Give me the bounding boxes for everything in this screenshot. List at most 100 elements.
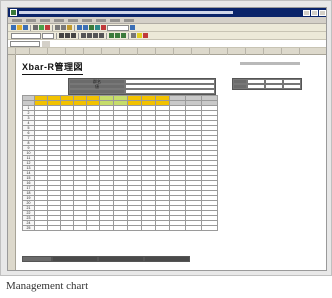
- bold-icon[interactable]: [59, 33, 64, 38]
- column-header[interactable]: [102, 48, 120, 55]
- worksheet[interactable]: Xbar-R管理図 群名 値 1 2 3 4 5 6 7 8 9 10 11 12 13: [8, 48, 326, 270]
- menu-item[interactable]: [110, 18, 120, 22]
- table-cell[interactable]: [155, 225, 170, 231]
- table-cell[interactable]: [169, 225, 186, 231]
- column-header[interactable]: [246, 48, 264, 55]
- underline-icon[interactable]: [71, 33, 76, 38]
- help-icon[interactable]: [130, 25, 135, 30]
- redo-icon[interactable]: [83, 25, 88, 30]
- footer-cell: [98, 256, 144, 262]
- screenshot-frame: Xbar-R管理図 群名 値 1 2 3 4 5 6 7 8 9 10 11 12 13: [0, 0, 332, 276]
- column-header[interactable]: [282, 48, 300, 55]
- figure-caption: Management chart: [6, 280, 89, 292]
- undo-icon[interactable]: [77, 25, 82, 30]
- toolbar-separator: [78, 32, 79, 39]
- cut-icon[interactable]: [55, 25, 60, 30]
- close-icon[interactable]: [319, 9, 326, 16]
- menu-bar: [8, 17, 326, 24]
- merge-center-icon[interactable]: [99, 33, 104, 38]
- column-header[interactable]: [264, 48, 282, 55]
- column-header[interactable]: [84, 48, 102, 55]
- maximize-icon[interactable]: [311, 9, 318, 16]
- column-header[interactable]: [120, 48, 138, 55]
- italic-icon[interactable]: [65, 33, 70, 38]
- table-cell[interactable]: [201, 225, 218, 231]
- print-icon[interactable]: [33, 25, 38, 30]
- column-header[interactable]: [228, 48, 246, 55]
- table-cell[interactable]: [86, 225, 100, 231]
- column-header[interactable]: [138, 48, 156, 55]
- column-header[interactable]: [48, 48, 66, 55]
- formula-bar: [8, 40, 326, 48]
- function-icon[interactable]: [42, 40, 50, 47]
- spellcheck-icon[interactable]: [45, 25, 50, 30]
- stat-value: [283, 84, 301, 89]
- zoom-select[interactable]: [107, 24, 129, 31]
- open-folder-icon[interactable]: [17, 25, 22, 30]
- font-color-icon[interactable]: [143, 33, 148, 38]
- footer-cell: [144, 256, 190, 262]
- align-center-icon[interactable]: [87, 33, 92, 38]
- new-file-icon[interactable]: [11, 25, 16, 30]
- column-headers: [8, 48, 326, 55]
- table-cell[interactable]: [99, 225, 114, 231]
- minimize-icon[interactable]: [303, 9, 310, 16]
- stat-label: [233, 84, 247, 89]
- table-cell[interactable]: [141, 225, 156, 231]
- table-cell[interactable]: [34, 225, 48, 231]
- percent-icon[interactable]: [115, 33, 120, 38]
- toolbar-separator: [106, 32, 107, 39]
- font-name-select[interactable]: [11, 32, 41, 39]
- name-box[interactable]: [10, 40, 40, 47]
- column-header[interactable]: [156, 48, 174, 55]
- menu-item[interactable]: [26, 18, 36, 22]
- excel-window: Xbar-R管理図 群名 値 1 2 3 4 5 6 7 8 9 10 11 12 13: [7, 7, 327, 271]
- column-header[interactable]: [66, 48, 84, 55]
- borders-icon[interactable]: [131, 33, 136, 38]
- menu-item[interactable]: [124, 18, 134, 22]
- menu-item[interactable]: [54, 18, 64, 22]
- menu-item[interactable]: [82, 18, 92, 22]
- font-size-select[interactable]: [42, 32, 54, 39]
- table-cell[interactable]: [47, 225, 61, 231]
- table-cell[interactable]: [113, 225, 128, 231]
- table-cell[interactable]: [60, 225, 74, 231]
- align-left-icon[interactable]: [81, 33, 86, 38]
- column-header[interactable]: [192, 48, 210, 55]
- info-grid: 群名 値: [68, 78, 216, 95]
- column-header[interactable]: [16, 48, 30, 55]
- fill-color-icon[interactable]: [137, 33, 142, 38]
- stat-value: [265, 84, 283, 89]
- table-cell[interactable]: [185, 225, 202, 231]
- copy-icon[interactable]: [61, 25, 66, 30]
- toolbar-separator: [52, 24, 53, 31]
- info-value[interactable]: [125, 89, 215, 94]
- menu-item[interactable]: [68, 18, 78, 22]
- window-title: [19, 11, 233, 14]
- save-icon[interactable]: [23, 25, 28, 30]
- date-label: [240, 62, 300, 65]
- autosum-icon[interactable]: [89, 25, 94, 30]
- menu-item[interactable]: [12, 18, 22, 22]
- formatting-toolbar: [8, 32, 326, 40]
- sort-icon[interactable]: [95, 25, 100, 30]
- footer-label: [22, 256, 52, 262]
- currency-icon[interactable]: [109, 33, 114, 38]
- preview-icon[interactable]: [39, 25, 44, 30]
- paste-icon[interactable]: [67, 25, 72, 30]
- toolbar-separator: [56, 32, 57, 39]
- measurement-table: 1 2 3 4 5 6 7 8 9 10 11 12 13 14 15 16 17 18 19 20 21 22 23 24 2…: [22, 95, 218, 231]
- chart-wizard-icon[interactable]: [101, 25, 106, 30]
- align-right-icon[interactable]: [93, 33, 98, 38]
- comma-icon[interactable]: [121, 33, 126, 38]
- window-titlebar[interactable]: [8, 8, 326, 17]
- menu-item[interactable]: [96, 18, 106, 22]
- column-header[interactable]: [8, 48, 16, 55]
- table-cell[interactable]: [73, 225, 87, 231]
- table-cell[interactable]: [127, 225, 142, 231]
- column-header[interactable]: [210, 48, 228, 55]
- column-header[interactable]: [30, 48, 48, 55]
- menu-item[interactable]: [40, 18, 50, 22]
- column-header[interactable]: [174, 48, 192, 55]
- footer-cell: [52, 256, 98, 262]
